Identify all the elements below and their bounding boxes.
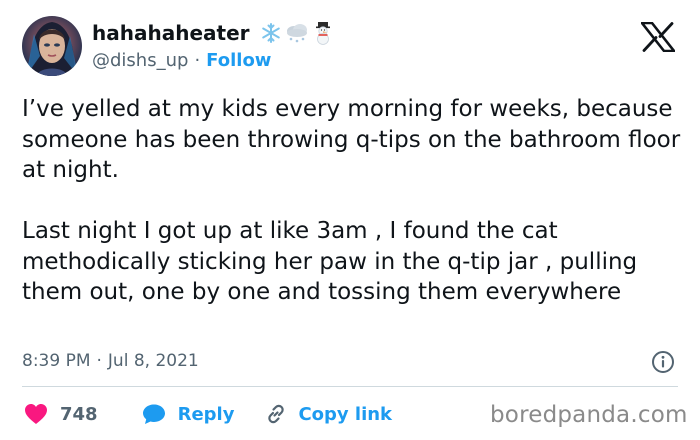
tweet-time: 8:39 PM <box>22 351 91 371</box>
user-handle[interactable]: @dishs_up <box>92 50 188 71</box>
action-bar: 748 Reply Copy link <box>22 400 392 428</box>
tweet-text: I’ve yelled at my kids every morning for… <box>22 94 682 308</box>
tweet-card: hahahaheater @dishs_up · Follow I’ve yel… <box>0 0 700 440</box>
tweet-paragraph: Last night I got up at like 3am , I foun… <box>22 218 638 305</box>
copy-link-label: Copy link <box>298 403 393 425</box>
copy-link-button[interactable]: Copy link <box>264 402 392 426</box>
like-button[interactable]: 748 <box>22 403 98 425</box>
name-row: hahahaheater <box>92 20 334 46</box>
tweet-paragraph: I’ve yelled at my kids every morning for… <box>22 96 681 183</box>
snowflake-icon <box>261 23 280 43</box>
reply-button[interactable]: Reply <box>142 403 235 425</box>
name-emoji-group <box>260 21 334 45</box>
follow-button[interactable]: Follow <box>206 50 271 71</box>
handle-separator: · <box>194 49 201 71</box>
snowman-icon <box>315 22 330 45</box>
avatar[interactable] <box>22 16 82 76</box>
handle-row: @dishs_up · Follow <box>92 48 271 72</box>
tweet-timestamp[interactable]: 8:39 PM · Jul 8, 2021 <box>22 348 199 374</box>
info-icon[interactable] <box>651 350 675 374</box>
snow-cloud-icon <box>286 24 307 43</box>
tweet-date: Jul 8, 2021 <box>107 351 199 371</box>
divider <box>22 386 678 387</box>
reply-bubble-icon <box>142 404 165 424</box>
like-count: 748 <box>60 403 98 425</box>
heart-icon <box>25 404 47 424</box>
display-name[interactable]: hahahaheater <box>92 21 250 45</box>
watermark: boredpanda.com <box>490 402 688 428</box>
reply-label: Reply <box>177 403 235 425</box>
x-logo-icon[interactable] <box>641 22 675 52</box>
link-icon <box>268 404 285 424</box>
avatar-portrait-icon <box>26 22 78 76</box>
timestamp-separator: · <box>96 351 102 371</box>
